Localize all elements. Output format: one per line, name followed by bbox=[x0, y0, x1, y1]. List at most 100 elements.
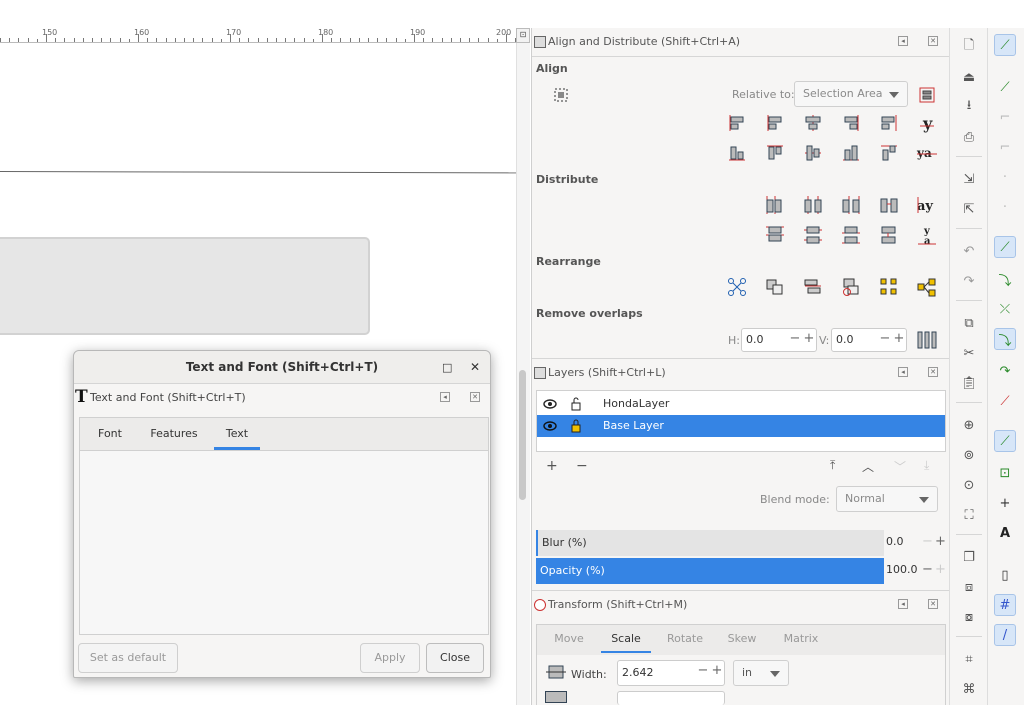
blur-value[interactable]: 0.0 bbox=[886, 535, 904, 548]
center-horizontal-axis-icon[interactable] bbox=[802, 142, 824, 164]
snap-object-center-icon[interactable]: ⊡ bbox=[994, 462, 1016, 484]
increment-icon[interactable]: + bbox=[935, 534, 946, 549]
graph-layout-icon[interactable] bbox=[726, 276, 748, 298]
increment-icon[interactable]: + bbox=[802, 329, 816, 351]
snap-page-border-icon[interactable]: ▯ bbox=[994, 564, 1016, 586]
lock-icon[interactable] bbox=[571, 419, 581, 433]
layer-to-bottom-icon[interactable]: ⤓ bbox=[924, 458, 929, 473]
close-icon[interactable]: ✕ bbox=[470, 351, 480, 384]
snap-bbox-edge-icon[interactable]: ⌐ bbox=[994, 106, 1016, 128]
clone-icon[interactable]: ⧈ bbox=[958, 576, 980, 598]
align-text-baseline-icon[interactable]: y bbox=[916, 112, 938, 134]
unclump-icon[interactable] bbox=[878, 276, 900, 298]
snap-others-icon[interactable]: ⟋ bbox=[994, 430, 1016, 452]
align-right-edge-icon[interactable] bbox=[726, 112, 748, 134]
copy-icon[interactable]: ⧉ bbox=[958, 312, 980, 334]
align-left-anchor-icon[interactable] bbox=[878, 112, 900, 134]
panel-iconify-icon[interactable]: ◂ bbox=[440, 392, 450, 402]
visibility-eye-icon[interactable] bbox=[543, 398, 557, 410]
unlock-icon[interactable] bbox=[571, 397, 581, 411]
zoom-drawing-icon[interactable]: ⊚ bbox=[958, 444, 980, 466]
panel-close-icon[interactable]: ✕ bbox=[928, 367, 938, 377]
text-edit-area[interactable] bbox=[79, 450, 489, 635]
distribute-gaps-h-icon[interactable] bbox=[878, 194, 900, 216]
layer-row-selected[interactable]: Base Layer bbox=[537, 415, 945, 437]
v-gap-spinner[interactable]: 0.0 − + bbox=[831, 328, 907, 352]
distribute-baseline-h-icon[interactable]: ay bbox=[916, 194, 938, 216]
open-document-icon[interactable]: ⏏ bbox=[958, 66, 980, 88]
opacity-value[interactable]: 100.0 bbox=[886, 563, 918, 576]
layer-up-icon[interactable]: ︿ bbox=[862, 458, 874, 475]
tab-scale[interactable]: Scale bbox=[601, 625, 651, 653]
ruler-corner-icon[interactable]: ⊡ bbox=[516, 28, 530, 43]
move-selection-icon[interactable] bbox=[916, 84, 938, 106]
remove-layer-button[interactable]: − bbox=[576, 458, 588, 474]
snap-intersection-icon[interactable]: ⤫ bbox=[994, 298, 1016, 320]
save-icon[interactable]: ⭳ bbox=[958, 96, 980, 118]
relative-to-dropdown[interactable]: Selection Area bbox=[794, 81, 908, 107]
visibility-eye-icon[interactable] bbox=[543, 420, 557, 432]
close-button[interactable]: Close bbox=[426, 643, 484, 673]
snap-text-baseline-icon[interactable]: A bbox=[994, 522, 1016, 544]
align-bottom-side-icon[interactable] bbox=[840, 142, 862, 164]
export-icon[interactable]: ⇱ bbox=[958, 198, 980, 220]
decrement-icon[interactable]: − bbox=[922, 562, 933, 577]
import-icon[interactable]: ⇲ bbox=[958, 168, 980, 190]
distribute-gaps-v-icon[interactable] bbox=[878, 224, 900, 246]
snap-bbox-midpoint-icon[interactable]: · bbox=[994, 166, 1016, 188]
distribute-centers-h-icon[interactable] bbox=[802, 194, 824, 216]
new-document-icon[interactable]: 🗋 bbox=[958, 36, 980, 58]
randomize-icon[interactable] bbox=[916, 276, 938, 298]
maximize-icon[interactable]: □ bbox=[442, 351, 452, 384]
snap-nodes-icon[interactable]: ⟋ bbox=[994, 236, 1016, 258]
apply-button[interactable]: Apply bbox=[360, 643, 420, 673]
snap-guide-icon[interactable]: / bbox=[994, 624, 1016, 646]
horizontal-ruler[interactable]: 150 160 170 180 190 200 bbox=[0, 28, 517, 43]
tab-text[interactable]: Text bbox=[214, 418, 260, 450]
align-top-anchor-icon[interactable] bbox=[878, 142, 900, 164]
panel-close-icon[interactable]: ✕ bbox=[470, 392, 480, 402]
snap-bbox-corner-icon[interactable]: ⌐ bbox=[994, 136, 1016, 158]
tab-features[interactable]: Features bbox=[142, 418, 206, 450]
decrement-icon[interactable]: − bbox=[788, 329, 802, 351]
distribute-bottom-edges-icon[interactable] bbox=[840, 224, 862, 246]
layer-to-top-icon[interactable]: ⤒ bbox=[830, 458, 835, 473]
align-baseline-text-icon[interactable]: ya bbox=[916, 142, 938, 164]
ungroup-icon[interactable]: ⌘ bbox=[958, 678, 980, 700]
print-icon[interactable]: ⎙ bbox=[958, 126, 980, 148]
tab-move[interactable]: Move bbox=[541, 625, 597, 653]
tab-matrix[interactable]: Matrix bbox=[771, 625, 831, 653]
rotate-exchange-icon[interactable] bbox=[840, 276, 862, 298]
center-vertical-axis-icon[interactable] bbox=[802, 112, 824, 134]
decrement-icon[interactable]: − bbox=[922, 534, 933, 549]
align-bottom-edge-icon[interactable] bbox=[726, 142, 748, 164]
panel-close-icon[interactable]: ✕ bbox=[928, 599, 938, 609]
distribute-right-edges-icon[interactable] bbox=[840, 194, 862, 216]
decrement-icon[interactable]: − bbox=[696, 661, 710, 683]
h-gap-spinner[interactable]: 0.0 − + bbox=[741, 328, 817, 352]
decrement-icon[interactable]: − bbox=[878, 329, 892, 351]
snap-smooth-icon[interactable]: ↷ bbox=[994, 360, 1016, 382]
snap-cusp-icon[interactable]: ⤵ bbox=[994, 328, 1016, 350]
distribute-centers-v-icon[interactable] bbox=[802, 224, 824, 246]
snap-rotation-center-icon[interactable]: + bbox=[994, 492, 1016, 514]
opacity-slider[interactable]: Opacity (%) bbox=[536, 558, 884, 584]
unlink-clone-icon[interactable]: ⧇ bbox=[958, 606, 980, 628]
align-left-edge-icon[interactable] bbox=[764, 112, 786, 134]
duplicate-icon[interactable]: ❐ bbox=[958, 546, 980, 568]
increment-icon[interactable]: + bbox=[892, 329, 906, 351]
tab-rotate[interactable]: Rotate bbox=[657, 625, 713, 653]
snap-enable-icon[interactable]: ⟋ bbox=[994, 34, 1016, 56]
zoom-page-icon[interactable]: ⊙ bbox=[958, 474, 980, 496]
panel-iconify-icon[interactable]: ◂ bbox=[898, 599, 908, 609]
panel-close-icon[interactable]: ✕ bbox=[928, 36, 938, 46]
group-icon[interactable]: ⌗ bbox=[958, 648, 980, 670]
dialog-titlebar[interactable]: Text and Font (Shift+Ctrl+T) □ ✕ bbox=[74, 351, 490, 384]
increment-icon[interactable]: + bbox=[935, 562, 946, 577]
treat-as-group-icon[interactable] bbox=[550, 84, 572, 106]
redo-icon[interactable]: ↷ bbox=[958, 270, 980, 292]
unit-dropdown[interactable]: in bbox=[733, 660, 789, 686]
panel-iconify-icon[interactable]: ◂ bbox=[898, 36, 908, 46]
snap-bbox-icon[interactable]: ⟋ bbox=[994, 76, 1016, 98]
scrollbar-thumb[interactable] bbox=[519, 370, 526, 500]
